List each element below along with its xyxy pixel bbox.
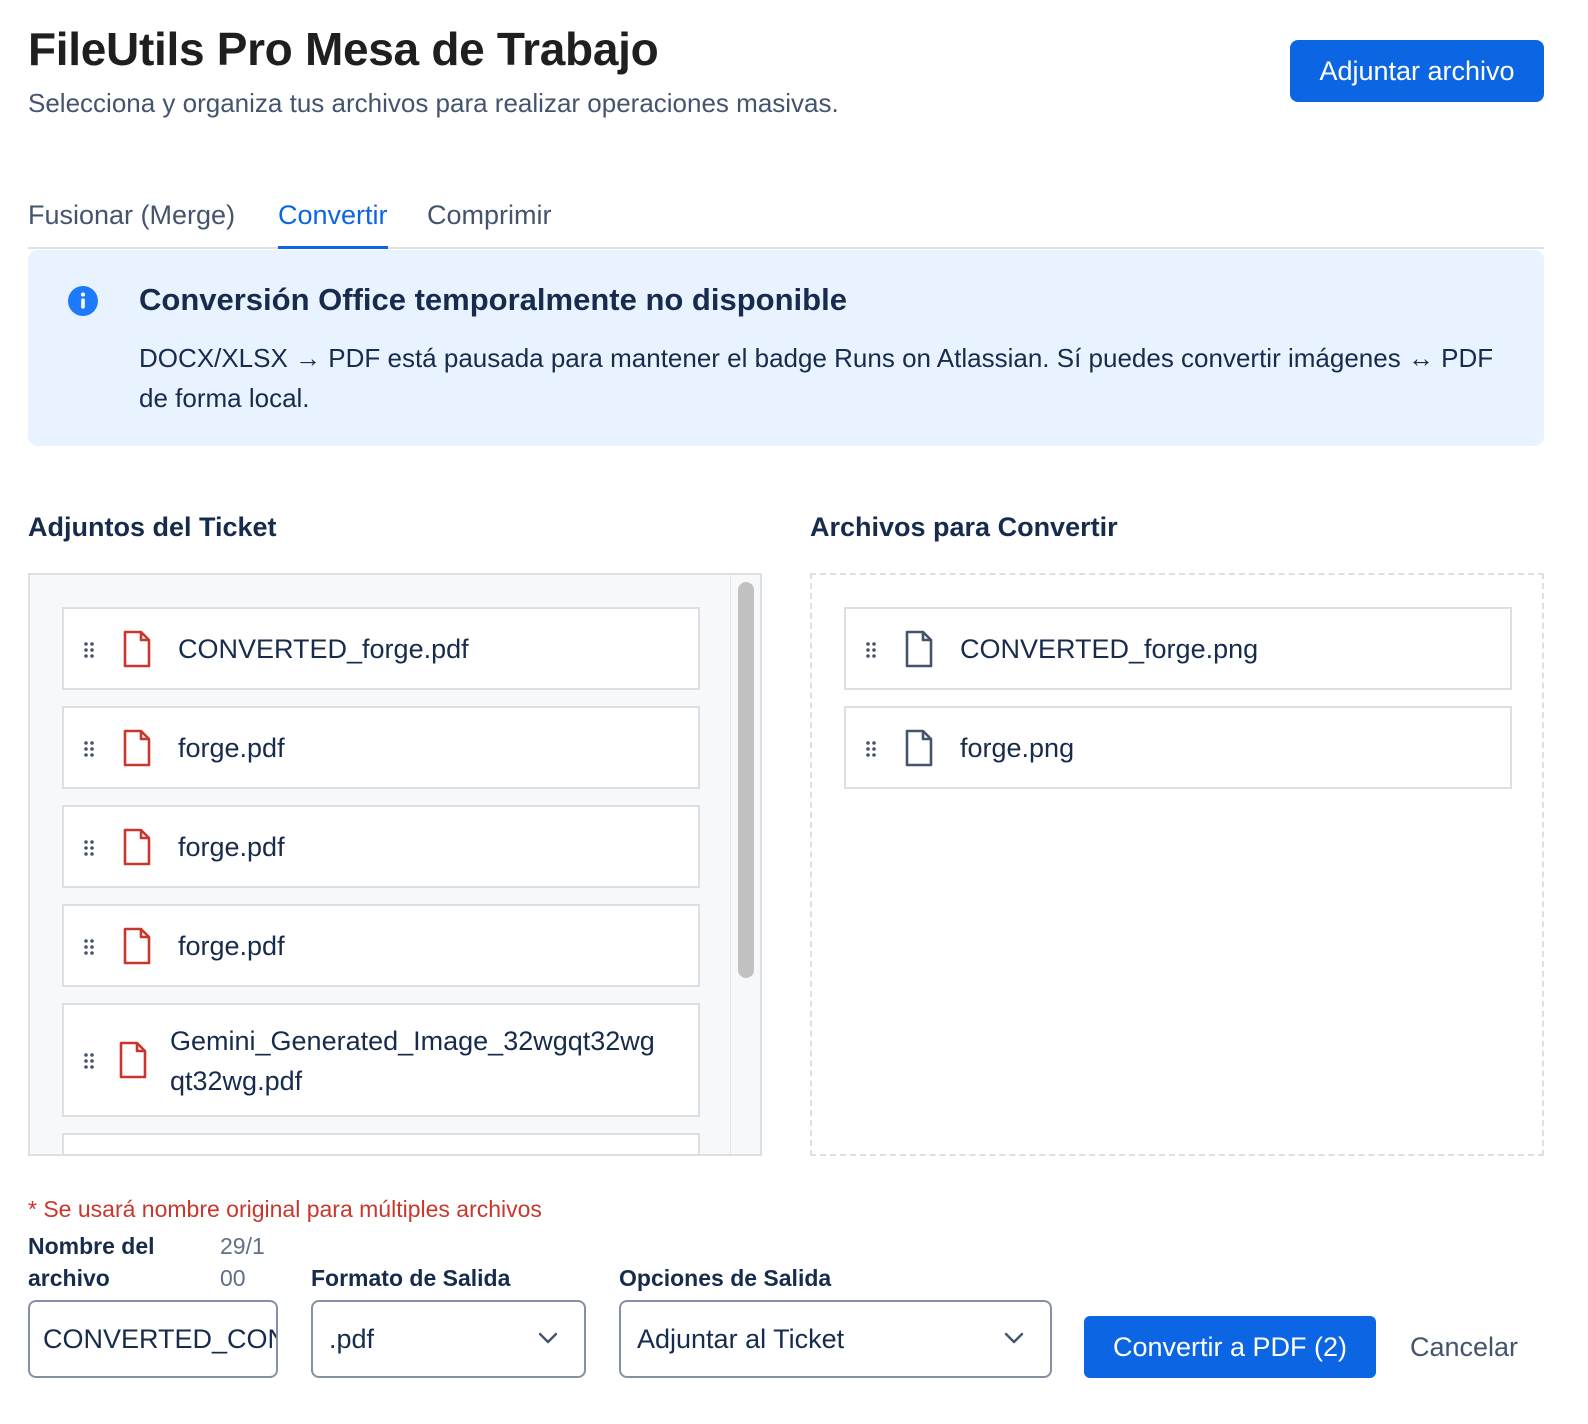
pdf-file-icon — [123, 927, 151, 965]
ticket-attachments-list[interactable]: CONVERTED_forge.pdf forge.pdf forge.pdf — [28, 573, 762, 1156]
chevron-down-icon — [1004, 1332, 1024, 1344]
tab-compress[interactable]: Comprimir — [427, 200, 552, 249]
file-name-line: Gemini_Generated_Image_32wgqt32wg — [170, 1026, 655, 1056]
file-item[interactable]: forge.pdf — [62, 904, 700, 987]
files-to-convert-dropzone[interactable]: CONVERTED_forge.png forge.png — [810, 573, 1544, 1156]
file-name: CONVERTED_forge.pdf — [178, 634, 469, 664]
drag-handle-icon[interactable] — [864, 739, 878, 759]
file-item[interactable]: CONVERTED_forge.pdf — [62, 607, 700, 690]
page-subtitle: Selecciona y organiza tus archivos para … — [28, 88, 839, 118]
char-counter: 29/1 00 — [220, 1230, 265, 1294]
drag-handle-icon[interactable] — [864, 640, 878, 660]
file-name: forge.png — [960, 733, 1075, 763]
info-icon — [68, 286, 98, 316]
output-options-select[interactable]: Adjuntar al Ticket — [619, 1300, 1052, 1378]
file-name: forge.pdf — [178, 832, 285, 862]
file-item[interactable]: Gemini_Generated_Image_32wgqt32wg qt32wg… — [62, 1003, 700, 1117]
tab-merge[interactable]: Fusionar (Merge) — [28, 200, 235, 249]
output-options-value: Adjuntar al Ticket — [637, 1324, 845, 1354]
filename-input[interactable]: CONVERTED_CONVERTED_forge — [28, 1300, 278, 1378]
char-counter-line: 00 — [220, 1265, 246, 1291]
file-item[interactable]: CONVERTED_forge.png — [844, 607, 1512, 690]
file-name: Gemini_Generated_Image_32wgqt32wg qt32wg… — [170, 1021, 655, 1101]
drag-handle-icon[interactable] — [82, 640, 96, 660]
file-name: forge.pdf — [178, 931, 285, 961]
scrollbar-thumb[interactable] — [738, 582, 754, 978]
cancel-button[interactable]: Cancelar — [1396, 1316, 1532, 1378]
filename-value: CONVERTED_CONVERTED_forge — [43, 1324, 276, 1354]
attach-file-button[interactable]: Adjuntar archivo — [1290, 40, 1544, 102]
pdf-file-icon — [119, 1041, 147, 1079]
pdf-file-icon — [123, 828, 151, 866]
drag-handle-icon[interactable] — [82, 838, 96, 858]
files-to-convert-title: Archivos para Convertir — [810, 512, 1118, 542]
ticket-attachments-title: Adjuntos del Ticket — [28, 512, 277, 542]
pdf-file-icon — [123, 729, 151, 767]
file-icon — [905, 729, 933, 767]
filename-label-line: archivo — [28, 1265, 110, 1291]
banner-text: DOCX/XLSX → PDF está pausada para manten… — [139, 343, 1494, 413]
pdf-file-icon — [123, 630, 151, 668]
tab-convert[interactable]: Convertir — [278, 200, 388, 249]
file-name-line: qt32wg.pdf — [170, 1066, 303, 1096]
drag-handle-icon[interactable] — [82, 1051, 96, 1071]
tab-bar: Fusionar (Merge) Convertir Comprimir — [28, 196, 1544, 249]
format-value: .pdf — [329, 1324, 375, 1354]
file-name: forge.pdf — [178, 733, 285, 763]
file-name: CONVERTED_forge.png — [960, 634, 1259, 664]
file-item[interactable]: forge.pdf — [62, 706, 700, 789]
convert-button[interactable]: Convertir a PDF (2) — [1084, 1316, 1376, 1378]
format-select[interactable]: .pdf — [311, 1300, 586, 1378]
banner-title: Conversión Office temporalmente no dispo… — [139, 282, 847, 317]
drag-handle-icon[interactable] — [82, 937, 96, 957]
filename-label-line: Nombre del — [28, 1233, 155, 1259]
file-item[interactable]: forge.pdf — [62, 805, 700, 888]
page-title: FileUtils Pro Mesa de Trabajo — [28, 23, 659, 75]
char-counter-line: 29/1 — [220, 1233, 265, 1259]
multiple-files-note: * Se usará nombre original para múltiple… — [28, 1196, 542, 1222]
scrollbar[interactable] — [730, 575, 760, 1154]
output-options-label: Opciones de Salida — [619, 1265, 832, 1291]
info-banner: Conversión Office temporalmente no dispo… — [28, 250, 1544, 446]
format-label: Formato de Salida — [311, 1265, 511, 1291]
drag-handle-icon[interactable] — [82, 739, 96, 759]
filename-label: Nombre del archivo — [28, 1230, 155, 1294]
chevron-down-icon — [538, 1332, 558, 1344]
file-icon — [905, 630, 933, 668]
file-item[interactable]: forge.png — [844, 706, 1512, 789]
file-item[interactable] — [62, 1133, 700, 1154]
